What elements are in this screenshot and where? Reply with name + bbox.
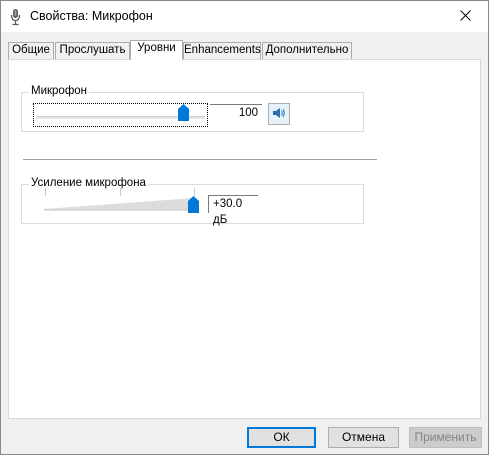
slider-tick bbox=[45, 188, 46, 196]
microphone-boost-slider[interactable] bbox=[44, 185, 207, 221]
properties-dialog: Свойства: Микрофон Общие Прослушать Уров… bbox=[0, 0, 489, 455]
tab-listen[interactable]: Прослушать bbox=[55, 42, 130, 59]
apply-button[interactable]: Применить bbox=[409, 427, 482, 448]
microphone-group: Микрофон 100 bbox=[21, 85, 364, 132]
close-button[interactable] bbox=[442, 1, 488, 32]
tab-general[interactable]: Общие bbox=[8, 42, 54, 59]
boost-group: Усиление микрофона +30.0 дБ bbox=[21, 177, 364, 226]
value-box-border bbox=[210, 104, 262, 105]
separator bbox=[23, 159, 377, 160]
title-bar: Свойства: Микрофон bbox=[1, 1, 488, 32]
tab-advanced[interactable]: Дополнительно bbox=[262, 42, 352, 59]
slider-thumb[interactable] bbox=[188, 196, 199, 213]
close-icon bbox=[459, 9, 471, 24]
ok-button[interactable]: ОК bbox=[247, 427, 316, 448]
slider-tick bbox=[120, 188, 121, 196]
window-title: Свойства: Микрофон bbox=[30, 9, 153, 23]
tab-levels[interactable]: Уровни bbox=[130, 40, 183, 60]
slider-ramp bbox=[44, 198, 194, 211]
cancel-button[interactable]: Отмена bbox=[328, 427, 399, 448]
microphone-icon bbox=[9, 8, 23, 26]
mute-button[interactable] bbox=[268, 103, 290, 125]
microphone-value[interactable]: 100 bbox=[209, 105, 262, 123]
speaker-icon bbox=[272, 107, 286, 122]
slider-tick bbox=[194, 188, 195, 196]
tab-enhancements[interactable]: Enhancements bbox=[183, 42, 261, 59]
levels-panel: Микрофон 100 Усиление микрофона +30.0 дБ bbox=[8, 59, 481, 419]
slider-focus-rect bbox=[33, 103, 208, 127]
boost-value[interactable]: +30.0 дБ bbox=[208, 195, 258, 226]
